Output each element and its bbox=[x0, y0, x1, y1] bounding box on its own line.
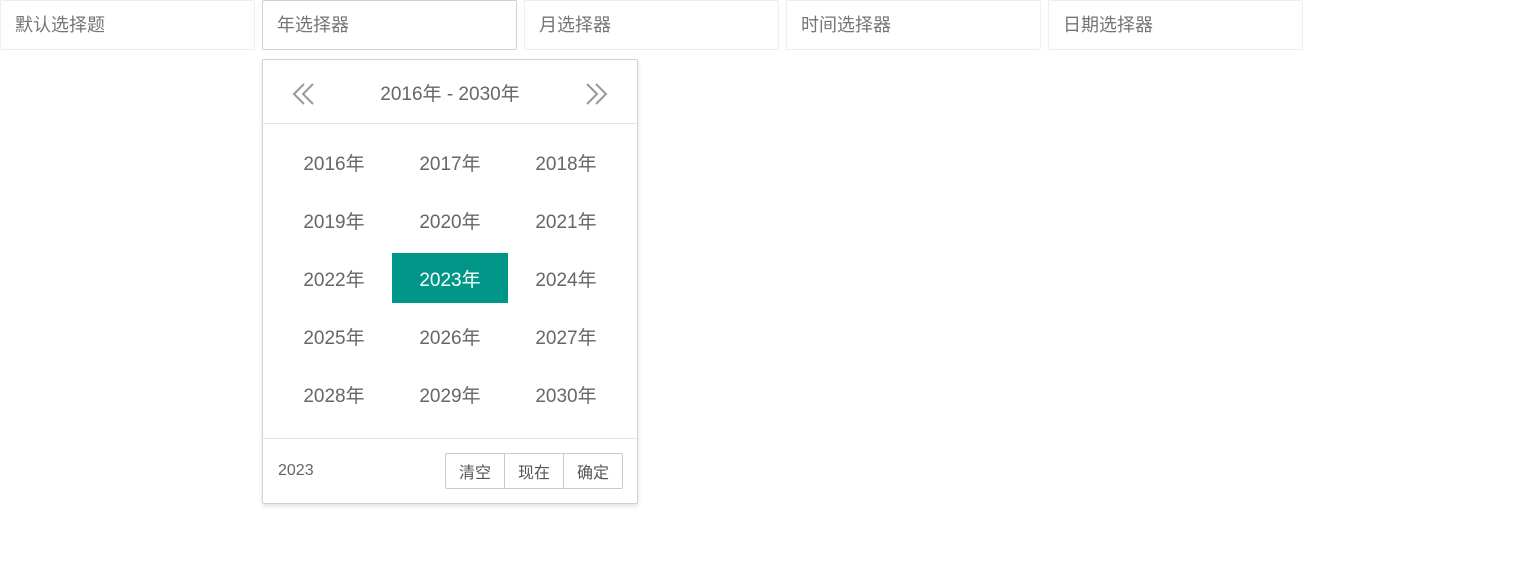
default-select-input[interactable] bbox=[0, 0, 255, 50]
year-cell[interactable]: 2024年 bbox=[508, 253, 624, 303]
double-chevron-left-icon bbox=[292, 83, 314, 105]
year-cell[interactable]: 2022年 bbox=[276, 253, 392, 303]
selected-value: 2023 bbox=[278, 462, 314, 479]
year-cell[interactable]: 2027年 bbox=[508, 311, 624, 361]
year-cell[interactable]: 2025年 bbox=[276, 311, 392, 361]
year-cell[interactable]: 2026年 bbox=[392, 311, 508, 361]
double-chevron-right-icon bbox=[586, 83, 608, 105]
year-cell[interactable]: 2016年 bbox=[276, 137, 392, 187]
picker-inputs-row bbox=[0, 0, 1525, 52]
year-grid: 2016年 2017年 2018年 2019年 2020年 2021年 2022年 2023年… bbox=[276, 137, 624, 419]
year-cell[interactable]: 2029年 bbox=[392, 369, 508, 419]
year-cell[interactable]: 2030年 bbox=[508, 369, 624, 419]
date-picker-input[interactable] bbox=[1048, 0, 1303, 50]
footer-button-group: 清空 现在 确定 bbox=[444, 453, 623, 489]
year-cell[interactable]: 2020年 bbox=[392, 195, 508, 245]
year-cell[interactable]: 2017年 bbox=[392, 137, 508, 187]
month-picker-input[interactable] bbox=[524, 0, 779, 50]
range-title: 2016年 - 2030年 bbox=[380, 84, 520, 105]
clear-button[interactable]: 清空 bbox=[444, 453, 505, 489]
confirm-button[interactable]: 确定 bbox=[562, 453, 623, 489]
year-cell[interactable]: 2021年 bbox=[508, 195, 624, 245]
time-picker-input[interactable] bbox=[786, 0, 1041, 50]
panel-header: 2016年 - 2030年 bbox=[263, 60, 637, 124]
prev-range-button[interactable] bbox=[287, 77, 321, 111]
year-cell[interactable]: 2019年 bbox=[276, 195, 392, 245]
year-cell[interactable]: 2028年 bbox=[276, 369, 392, 419]
year-cell[interactable]: 2018年 bbox=[508, 137, 624, 187]
next-range-button[interactable] bbox=[579, 77, 613, 111]
panel-footer: 2023 清空 现在 确定 bbox=[263, 438, 637, 503]
now-button[interactable]: 现在 bbox=[503, 453, 564, 489]
year-picker-panel: 2016年 - 2030年 2016年 2017年 2018年 2019年 2020年 2… bbox=[262, 59, 638, 504]
year-picker-input[interactable] bbox=[262, 0, 517, 50]
year-cell-selected[interactable]: 2023年 bbox=[392, 253, 508, 303]
